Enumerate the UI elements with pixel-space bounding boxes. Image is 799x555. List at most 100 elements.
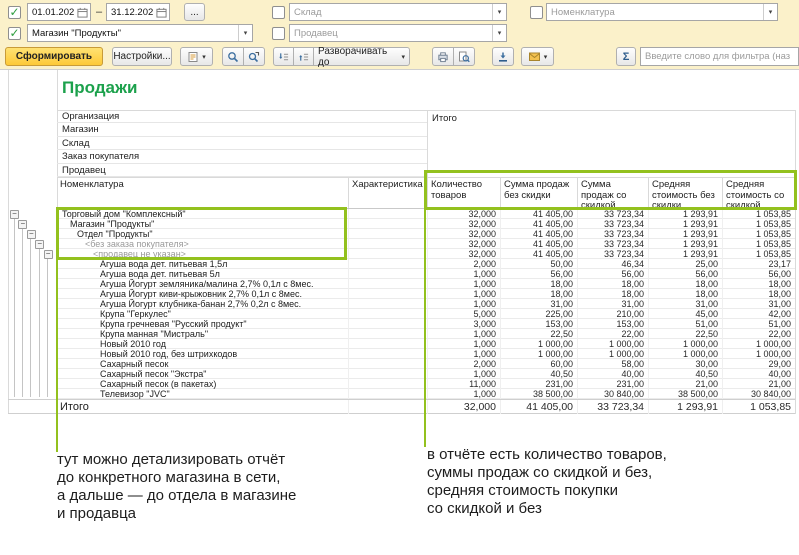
total-column-border bbox=[427, 110, 428, 177]
sum-button[interactable]: Σ bbox=[616, 47, 636, 66]
collapse-toggle[interactable]: − bbox=[18, 220, 27, 229]
chevron-down-icon[interactable]: ▾ bbox=[238, 25, 252, 41]
seller-combo[interactable]: Продавец ▾ bbox=[289, 24, 507, 42]
date-to-field[interactable]: 31.12.2021 bbox=[106, 3, 170, 21]
calendar-icon[interactable] bbox=[153, 4, 169, 20]
store-value: Магазин "Продукты" bbox=[28, 28, 238, 39]
row-value-cell: 1,000 bbox=[427, 269, 500, 279]
date-from-field[interactable]: 01.01.2021 bbox=[27, 3, 91, 21]
row-value-cell: 21,00 bbox=[648, 379, 722, 389]
row-characteristic-cell bbox=[348, 209, 427, 219]
row-label: Агуша Йогурт клубника-банан 2,7% 0,2л с … bbox=[57, 299, 348, 309]
calendar-icon[interactable] bbox=[74, 4, 90, 20]
filter-input[interactable] bbox=[640, 47, 799, 66]
row-value-cell: 3,000 bbox=[427, 319, 500, 329]
row-value-cell: 153,00 bbox=[500, 319, 577, 329]
row-value-cell: 1,000 bbox=[427, 389, 500, 399]
seller-checkbox[interactable] bbox=[272, 27, 285, 40]
warehouse-checkbox[interactable] bbox=[272, 6, 285, 19]
find-button[interactable] bbox=[222, 47, 244, 66]
report-row[interactable]: Сахарный песок (в пакетах)11,000231,0023… bbox=[57, 379, 795, 389]
row-value-cell: 18,00 bbox=[577, 279, 648, 289]
date-to-value: 31.12.2021 bbox=[107, 7, 153, 18]
report-row[interactable]: Телевизор "JVC"1,00038 500,0030 840,0038… bbox=[57, 389, 795, 399]
chevron-down-icon[interactable]: ▾ bbox=[492, 4, 506, 20]
row-value-cell: 31,00 bbox=[577, 299, 648, 309]
row-characteristic-cell bbox=[348, 359, 427, 369]
find-next-button[interactable] bbox=[243, 47, 265, 66]
total-value-cell: 33 723,34 bbox=[577, 400, 648, 414]
settings-button[interactable]: Настройки... bbox=[112, 47, 172, 66]
tree-line bbox=[47, 259, 48, 397]
row-value-cell: 38 500,00 bbox=[648, 389, 722, 399]
row-value-cell: 18,00 bbox=[722, 289, 795, 299]
report-row[interactable]: Крупа манная "Мистраль"1,00022,5022,0022… bbox=[57, 329, 795, 339]
row-value-cell: 51,00 bbox=[648, 319, 722, 329]
grouping-header-row[interactable]: Заказ покупателя bbox=[57, 150, 427, 163]
report-row[interactable]: Сахарный песок2,00060,0058,0030,0029,00 bbox=[57, 359, 795, 369]
report-row[interactable]: Агуша Йогурт земляника/малина 2,7% 0,1л … bbox=[57, 279, 795, 289]
chevron-down-icon: ▾ bbox=[401, 53, 405, 61]
send-email-button[interactable]: ▾ bbox=[521, 47, 554, 66]
column-header[interactable]: Характеристика bbox=[348, 178, 427, 208]
report-row[interactable]: Новый 2010 год, без штрихкодов1,0001 000… bbox=[57, 349, 795, 359]
row-value-cell: 22,50 bbox=[500, 329, 577, 339]
report-variants-button[interactable]: ▾ bbox=[180, 47, 213, 66]
grouping-header-row[interactable]: Магазин bbox=[57, 123, 427, 136]
period-checkbox[interactable]: ✓ bbox=[8, 6, 21, 19]
row-value-cell: 1 000,00 bbox=[500, 349, 577, 359]
callout-line-left bbox=[56, 260, 58, 452]
collapse-groups-button[interactable] bbox=[273, 47, 294, 66]
tree-line bbox=[30, 239, 31, 397]
store-combo[interactable]: Магазин "Продукты" ▾ bbox=[27, 24, 253, 42]
row-value-cell: 21,00 bbox=[722, 379, 795, 389]
expand-groups-button[interactable] bbox=[293, 47, 314, 66]
total-row[interactable]: Итого32,00041 405,0033 723,341 293,911 0… bbox=[8, 399, 795, 414]
check-icon: ✓ bbox=[9, 28, 19, 38]
row-label: Крупа "Геркулес" bbox=[57, 309, 348, 319]
report-row[interactable]: Новый 2010 год1,0001 000,001 000,001 000… bbox=[57, 339, 795, 349]
store-checkbox[interactable]: ✓ bbox=[8, 27, 21, 40]
period-more-button[interactable]: ... bbox=[184, 3, 205, 21]
row-value-cell: 56,00 bbox=[500, 269, 577, 279]
row-value-cell: 1 293,91 bbox=[648, 239, 722, 249]
save-button[interactable] bbox=[492, 47, 514, 66]
collapse-toggle[interactable]: − bbox=[44, 250, 53, 259]
row-value-cell: 1,000 bbox=[427, 369, 500, 379]
grouping-header-row[interactable]: Продавец bbox=[57, 164, 427, 177]
row-label: Новый 2010 год bbox=[57, 339, 348, 349]
warehouse-combo[interactable]: Склад ▾ bbox=[289, 3, 507, 21]
collapse-toggle[interactable]: − bbox=[27, 230, 36, 239]
row-value-cell: 22,00 bbox=[722, 329, 795, 339]
search-next-icon bbox=[248, 51, 260, 63]
grouping-header-row[interactable]: Склад bbox=[57, 137, 427, 150]
collapse-toggle[interactable]: − bbox=[10, 210, 19, 219]
row-value-cell: 1 293,91 bbox=[648, 229, 722, 239]
print-button[interactable] bbox=[432, 47, 454, 66]
date-range-separator: – bbox=[96, 6, 102, 18]
tree-line bbox=[39, 249, 40, 397]
chevron-down-icon[interactable]: ▾ bbox=[763, 4, 777, 20]
generate-button[interactable]: Сформировать bbox=[5, 47, 103, 66]
report-row[interactable]: Агуша Йогурт киви-крыжовник 2,7% 0,1л с … bbox=[57, 289, 795, 299]
print-preview-button[interactable] bbox=[453, 47, 475, 66]
report-row[interactable]: Крупа гречневая "Русский продукт"3,00015… bbox=[57, 319, 795, 329]
chevron-down-icon[interactable]: ▾ bbox=[492, 25, 506, 41]
grouping-header-row[interactable]: Организация bbox=[57, 110, 427, 123]
row-value-cell: 18,00 bbox=[722, 279, 795, 289]
report-row[interactable]: Крупа "Геркулес"5,000225,00210,0045,0042… bbox=[57, 309, 795, 319]
row-value-cell: 1 053,85 bbox=[722, 219, 795, 229]
report-row[interactable]: Агуша Йогурт клубника-банан 2,7% 0,2л с … bbox=[57, 299, 795, 309]
nomenclature-checkbox[interactable] bbox=[530, 6, 543, 19]
expand-to-button[interactable]: Разворачивать до ▾ bbox=[313, 47, 410, 66]
row-value-cell: 1,000 bbox=[427, 279, 500, 289]
report-row[interactable]: Сахарный песок "Экстра"1,00040,5040,0040… bbox=[57, 369, 795, 379]
envelope-icon bbox=[528, 51, 541, 62]
nomenclature-combo[interactable]: Номенклатура ▾ bbox=[546, 3, 778, 21]
collapse-toggle[interactable]: − bbox=[35, 240, 44, 249]
report-row[interactable]: Агуша вода дет. питьевая 1,5л2,00050,004… bbox=[57, 259, 795, 269]
row-value-cell: 18,00 bbox=[577, 289, 648, 299]
column-header[interactable]: Номенклатура bbox=[57, 178, 348, 208]
report-row[interactable]: Агуша вода дет. питьевая 5л1,00056,0056,… bbox=[57, 269, 795, 279]
filter-toolbar: ✓ 01.01.2021 – 31.12.2021 ... Склад ▾ Но… bbox=[0, 0, 799, 70]
